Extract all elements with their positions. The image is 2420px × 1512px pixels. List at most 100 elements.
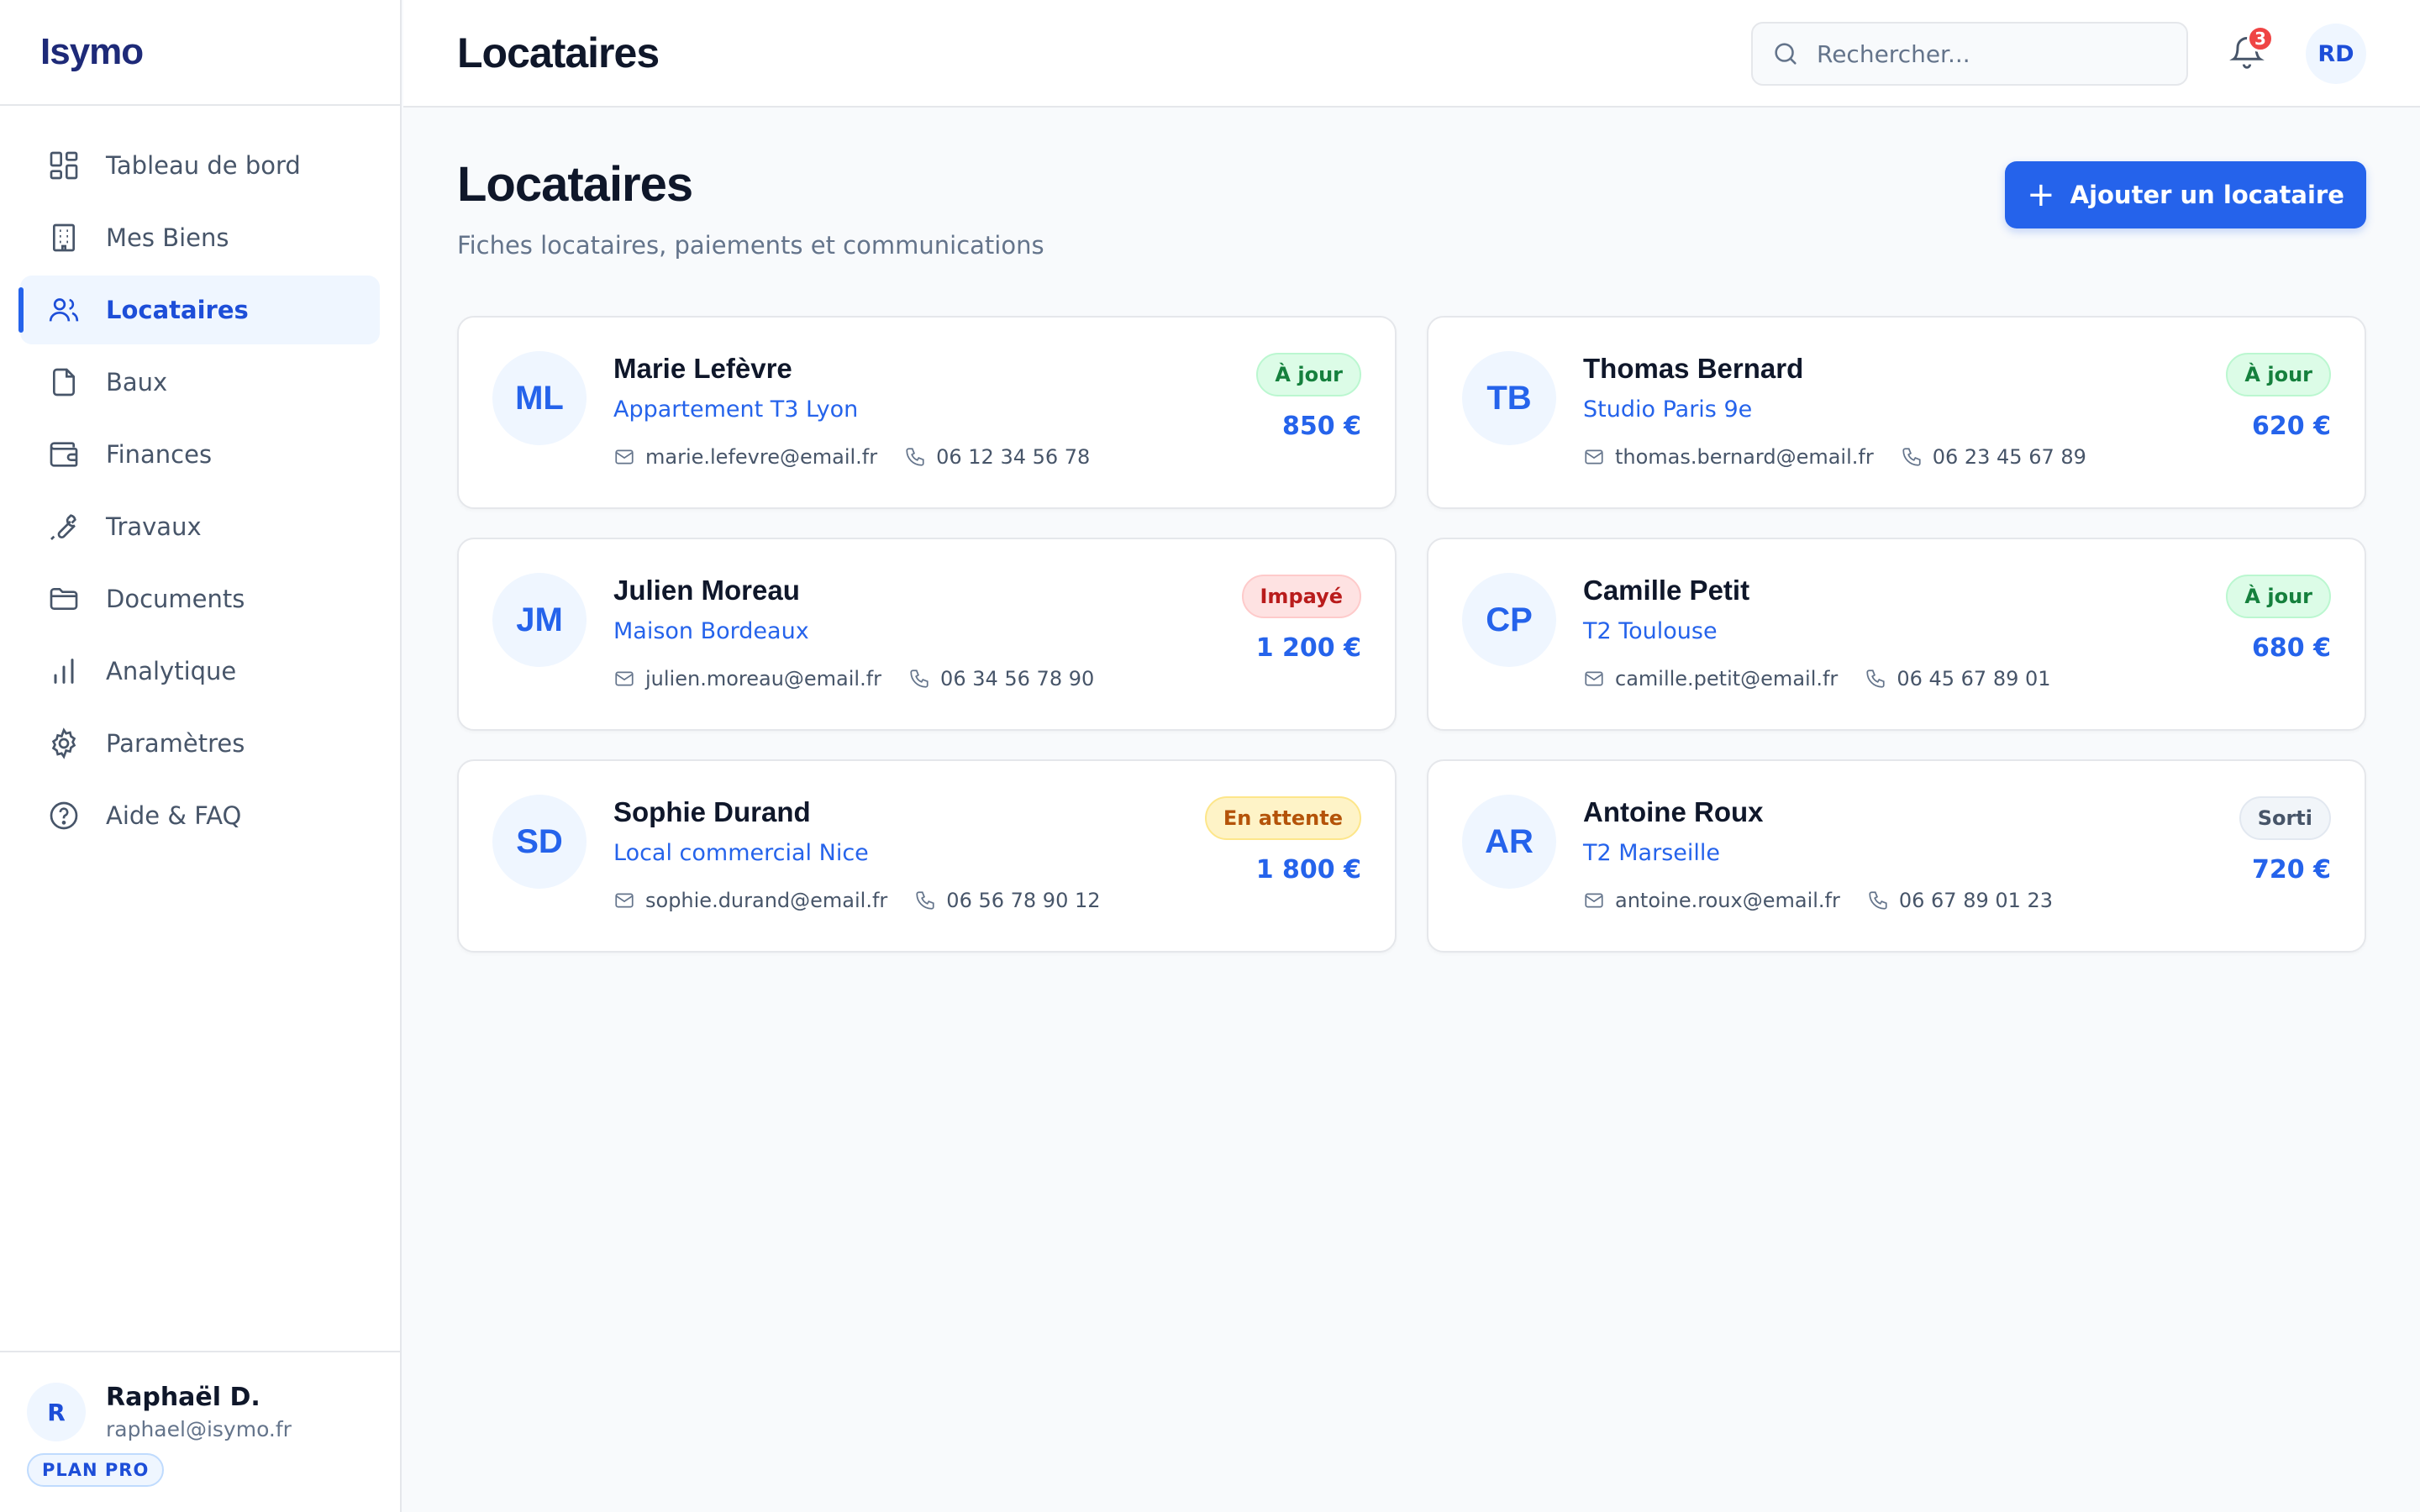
tenant-email[interactable]: camille.petit@email.fr <box>1615 667 1838 690</box>
tenant-email[interactable]: antoine.roux@email.fr <box>1615 889 1840 912</box>
gear-icon <box>47 727 81 760</box>
sidebar-item-label: Travaux <box>106 512 202 541</box>
sidebar-item-tenants[interactable]: Locataires <box>18 276 380 344</box>
search-input[interactable] <box>1817 39 2170 68</box>
tenant-contact: julien.moreau@email.fr 06 34 56 78 90 <box>613 667 1094 690</box>
tenant-property-link[interactable]: T2 Marseille <box>1583 840 1720 866</box>
tenant-card[interactable]: AR Antoine Roux T2 Marseille antoine.rou… <box>1427 759 2366 953</box>
user-avatar: R <box>27 1383 86 1441</box>
tenant-name: Marie Lefèvre <box>613 353 792 384</box>
sidebar: Isymo Tableau de bord Mes Biens Locatair… <box>0 0 402 1512</box>
tenant-contact: sophie.durand@email.fr 06 56 78 90 12 <box>613 889 1101 912</box>
tenant-avatar: TB <box>1462 351 1556 445</box>
mail-icon <box>1583 890 1605 911</box>
file-icon <box>47 365 81 399</box>
sidebar-item-label: Documents <box>106 585 245 613</box>
sidebar-item-label: Aide & FAQ <box>106 801 242 830</box>
sidebar-item-leases[interactable]: Baux <box>20 348 380 417</box>
mail-icon <box>613 668 635 690</box>
tenant-rent: 720 € <box>2252 855 2331 885</box>
phone-icon <box>914 890 936 911</box>
tenant-property-link[interactable]: Local commercial Nice <box>613 840 869 866</box>
add-tenant-button[interactable]: + Ajouter un locataire <box>2005 161 2366 228</box>
page-title: Locataires <box>457 157 693 212</box>
tenant-phone[interactable]: 06 34 56 78 90 <box>940 667 1094 690</box>
tenant-rent: 1 200 € <box>1255 633 1361 663</box>
mail-icon <box>613 890 635 911</box>
building-icon <box>47 221 81 255</box>
sidebar-item-help[interactable]: Aide & FAQ <box>20 781 380 850</box>
tenant-phone[interactable]: 06 23 45 67 89 <box>1933 445 2086 469</box>
tenant-card[interactable]: SD Sophie Durand Local commercial Nice s… <box>457 759 1397 953</box>
folder-icon <box>47 582 81 616</box>
sidebar-item-documents[interactable]: Documents <box>20 564 380 633</box>
users-icon <box>47 293 81 327</box>
status-badge: Impayé <box>1241 575 1361 618</box>
status-badge: À jour <box>2226 353 2331 396</box>
notification-count-badge: 3 <box>2247 25 2274 52</box>
status-badge: À jour <box>1256 353 1361 396</box>
tenant-name: Sophie Durand <box>613 796 811 827</box>
user-email: raphael@isymo.fr <box>106 1417 292 1441</box>
tenant-rent: 1 800 € <box>1255 855 1361 885</box>
page-header: Locataires Fiches locataires, paiements … <box>457 156 1044 260</box>
phone-icon <box>1901 446 1923 468</box>
tenant-card[interactable]: JM Julien Moreau Maison Bordeaux julien.… <box>457 538 1397 731</box>
tenant-avatar: AR <box>1462 795 1556 889</box>
tenant-phone[interactable]: 06 67 89 01 23 <box>1899 889 2053 912</box>
dashboard-icon <box>47 149 81 182</box>
wallet-icon <box>47 438 81 471</box>
tenant-rent: 850 € <box>1282 412 1361 441</box>
tenant-phone[interactable]: 06 45 67 89 01 <box>1897 667 2050 690</box>
tenant-email[interactable]: marie.lefevre@email.fr <box>645 445 877 469</box>
tenant-property-link[interactable]: T2 Toulouse <box>1583 618 1718 644</box>
tenant-property-link[interactable]: Maison Bordeaux <box>613 618 809 644</box>
search-box[interactable] <box>1751 22 2188 86</box>
user-profile[interactable]: R Raphaël D. raphael@isymo.fr <box>27 1378 400 1441</box>
sidebar-item-label: Mes Biens <box>106 223 229 252</box>
mail-icon <box>1583 668 1605 690</box>
sidebar-item-analytics[interactable]: Analytique <box>20 637 380 706</box>
tenant-email[interactable]: thomas.bernard@email.fr <box>1615 445 1874 469</box>
sidebar-item-dashboard[interactable]: Tableau de bord <box>20 131 380 200</box>
help-icon <box>47 799 81 832</box>
sidebar-item-label: Analytique <box>106 657 237 685</box>
topbar: Locataires 3 RD <box>403 0 2420 108</box>
tenant-rent: 680 € <box>2252 633 2331 663</box>
sidebar-item-finances[interactable]: Finances <box>20 420 380 489</box>
app-logo[interactable]: Isymo <box>40 31 144 73</box>
tenant-contact: marie.lefevre@email.fr 06 12 34 56 78 <box>613 445 1090 469</box>
sidebar-item-properties[interactable]: Mes Biens <box>20 203 380 272</box>
bar-chart-icon <box>47 654 81 688</box>
wrench-icon <box>47 510 81 543</box>
sidebar-item-label: Tableau de bord <box>106 151 301 180</box>
tenant-email[interactable]: julien.moreau@email.fr <box>645 667 881 690</box>
notifications-button[interactable]: 3 <box>2228 25 2274 74</box>
tenant-contact: antoine.roux@email.fr 06 67 89 01 23 <box>1583 889 2053 912</box>
tenant-phone[interactable]: 06 12 34 56 78 <box>936 445 1090 469</box>
tenant-rent: 620 € <box>2252 412 2331 441</box>
tenant-email[interactable]: sophie.durand@email.fr <box>645 889 887 912</box>
tenant-avatar: SD <box>492 795 587 889</box>
search-icon <box>1771 39 1800 68</box>
account-avatar[interactable]: RD <box>2306 24 2366 84</box>
tenant-property-link[interactable]: Appartement T3 Lyon <box>613 396 858 423</box>
sidebar-item-settings[interactable]: Paramètres <box>20 709 380 778</box>
tenant-card[interactable]: TB Thomas Bernard Studio Paris 9e thomas… <box>1427 316 2366 509</box>
sidebar-item-works[interactable]: Travaux <box>20 492 380 561</box>
tenant-card[interactable]: CP Camille Petit T2 Toulouse camille.pet… <box>1427 538 2366 731</box>
page-subtitle: Fiches locataires, paiements et communic… <box>457 231 1044 260</box>
tenant-name: Camille Petit <box>1583 575 1750 606</box>
tenant-avatar: JM <box>492 573 587 667</box>
add-tenant-label: Ajouter un locataire <box>2070 181 2344 209</box>
sidebar-item-label: Baux <box>106 368 168 396</box>
sidebar-item-label: Locataires <box>106 296 249 324</box>
tenant-avatar: ML <box>492 351 587 445</box>
brand: Isymo <box>0 0 400 106</box>
tenant-card[interactable]: ML Marie Lefèvre Appartement T3 Lyon mar… <box>457 316 1397 509</box>
tenant-name: Julien Moreau <box>613 575 800 606</box>
sidebar-user-panel: R Raphaël D. raphael@isymo.fr PLAN PRO <box>0 1351 400 1512</box>
tenant-property-link[interactable]: Studio Paris 9e <box>1583 396 1752 423</box>
tenant-phone[interactable]: 06 56 78 90 12 <box>946 889 1100 912</box>
tenant-contact: thomas.bernard@email.fr 06 23 45 67 89 <box>1583 445 2086 469</box>
